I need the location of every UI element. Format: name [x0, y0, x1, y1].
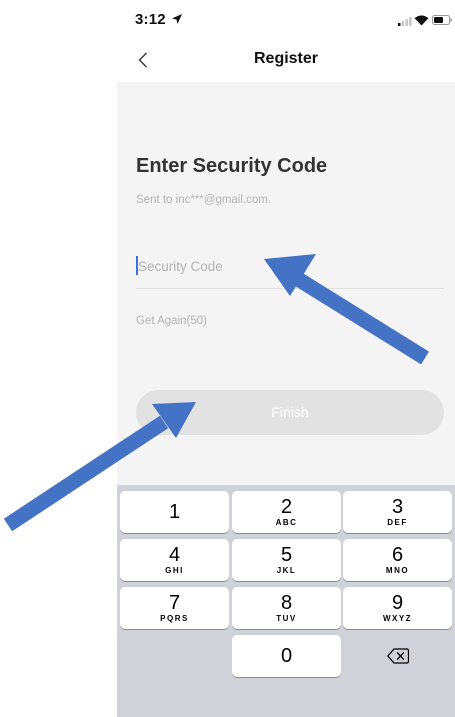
key-3[interactable]: 3 DEF — [343, 491, 452, 533]
key-digit: 6 — [391, 544, 404, 566]
security-code-form: Enter Security Code Sent to inc***@gmail… — [117, 82, 455, 485]
key-digit: 4 — [168, 544, 181, 566]
key-digit: 2 — [280, 496, 293, 518]
key-letters: GHI — [165, 566, 184, 575]
finish-button[interactable]: Finish — [136, 390, 444, 435]
phone-screen: 3:12 Register Enter Security Code Sent t… — [117, 0, 455, 717]
key-7[interactable]: 7 PQRS — [120, 587, 229, 629]
key-letters: DEF — [387, 518, 408, 527]
key-letters: MNO — [385, 566, 410, 575]
backspace-icon — [386, 648, 409, 664]
location-arrow-icon — [172, 14, 182, 24]
key-0[interactable]: 0 — [232, 635, 341, 677]
wifi-icon — [414, 15, 429, 26]
battery-icon — [432, 15, 452, 25]
key-1[interactable]: 1 — [120, 491, 229, 533]
key-letters: JKL — [276, 566, 297, 575]
key-digit: 5 — [280, 544, 293, 566]
key-letters: WXYZ — [382, 614, 413, 623]
key-letters: ABC — [275, 518, 298, 527]
navigation-bar: Register — [117, 38, 455, 82]
key-digit: 8 — [280, 592, 293, 614]
key-digit: 7 — [168, 592, 181, 614]
key-6[interactable]: 6 MNO — [343, 539, 452, 581]
key-4[interactable]: 4 GHI — [120, 539, 229, 581]
key-8[interactable]: 8 TUV — [232, 587, 341, 629]
numeric-keypad: 1 2 ABC 3 DEF 4 GHI 5 JKL 6 MNO 7 PQRS 8… — [117, 485, 455, 717]
key-2[interactable]: 2 ABC — [232, 491, 341, 533]
security-code-input[interactable] — [138, 254, 428, 278]
key-5[interactable]: 5 JKL — [232, 539, 341, 581]
delete-key[interactable] — [343, 635, 452, 677]
key-letters: PQRS — [160, 614, 189, 623]
key-digit: 1 — [168, 501, 181, 523]
cellular-signal-icon — [398, 17, 412, 26]
key-digit: 0 — [280, 645, 293, 667]
get-again-link[interactable]: Get Again(50) — [136, 315, 207, 327]
status-bar: 3:12 — [117, 0, 455, 38]
status-time: 3:12 — [135, 11, 166, 28]
form-heading: Enter Security Code — [136, 155, 328, 177]
key-letters: TUV — [276, 614, 297, 623]
key-digit: 9 — [391, 592, 404, 614]
key-digit: 3 — [391, 496, 404, 518]
sent-to-text: Sent to inc***@gmail.com. — [136, 194, 272, 206]
key-9[interactable]: 9 WXYZ — [343, 587, 452, 629]
security-code-field[interactable] — [136, 250, 444, 289]
page-title: Register — [253, 50, 319, 67]
